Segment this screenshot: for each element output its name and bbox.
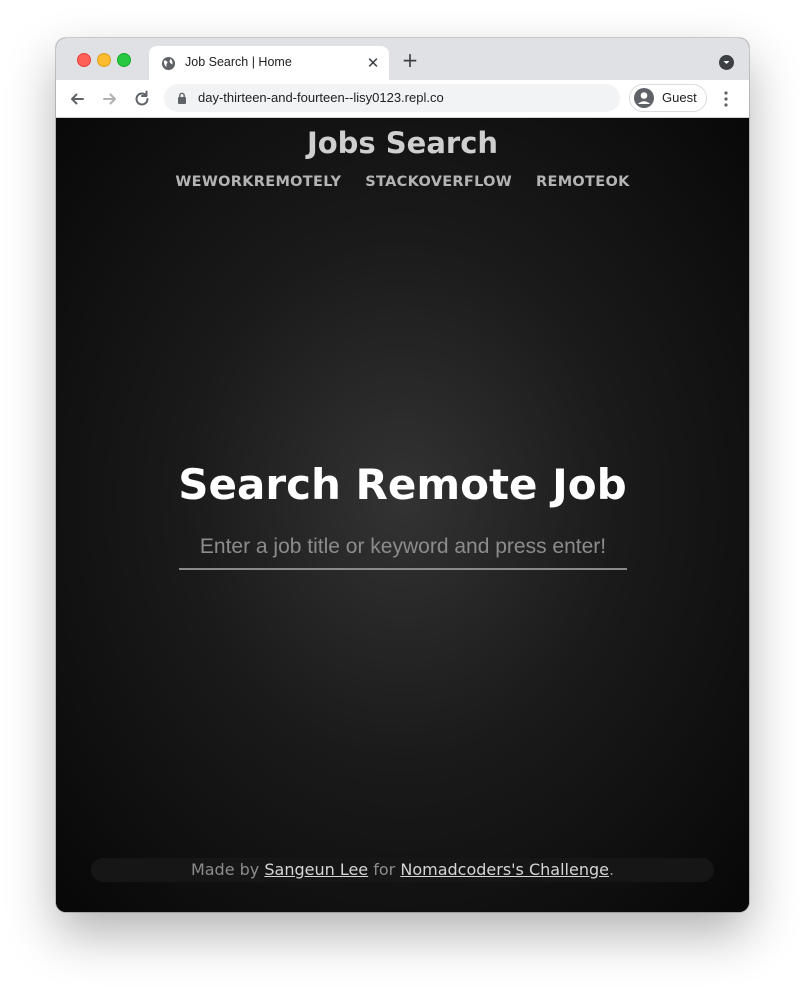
site-title: Jobs Search	[306, 126, 499, 160]
footer-for: for	[373, 860, 396, 879]
tab-strip: Job Search | Home ✕ +	[56, 38, 749, 80]
maximize-window-button[interactable]	[117, 53, 131, 67]
footer-made-by: Made by	[190, 860, 260, 879]
tab-title: Job Search | Home	[185, 55, 292, 69]
profile-label: Guest	[662, 90, 697, 105]
browser-toolbar: day-thirteen-and-fourteen--lisy0123.repl…	[56, 80, 749, 118]
back-arrow-icon[interactable]	[66, 88, 88, 110]
forward-arrow-icon[interactable]	[99, 88, 121, 110]
tab-active[interactable]: Job Search | Home ✕	[149, 46, 389, 80]
challenge-link[interactable]: Nomadcoders's Challenge	[400, 860, 609, 879]
address-bar[interactable]: day-thirteen-and-fourteen--lisy0123.repl…	[164, 84, 620, 112]
globe-icon	[161, 56, 176, 71]
site-nav: WEWORKREMOTELY STACKOVERFLOW REMOTEOK	[56, 174, 749, 190]
profile-button[interactable]: Guest	[629, 84, 707, 112]
search-heading: Search Remote Job	[178, 460, 627, 509]
nav-link-remoteok[interactable]: REMOTEOK	[536, 174, 630, 190]
close-icon[interactable]: ✕	[365, 55, 381, 71]
close-window-button[interactable]	[77, 53, 91, 67]
footer: Made by Sangeun Lee for Nomadcoders's Ch…	[91, 858, 714, 882]
author-link[interactable]: Sangeun Lee	[264, 860, 368, 879]
browser-window: Job Search | Home ✕ + day-thirteen-and-f…	[56, 38, 749, 912]
nav-link-stackoverflow[interactable]: STACKOVERFLOW	[365, 174, 512, 190]
footer-period: .	[608, 860, 615, 879]
plus-icon[interactable]: +	[401, 50, 419, 70]
page-content: Jobs Search WEWORKREMOTELY STACKOVERFLOW…	[56, 118, 749, 912]
url-text[interactable]: day-thirteen-and-fourteen--lisy0123.repl…	[198, 90, 444, 105]
tab-search-icon[interactable]	[719, 55, 734, 70]
reload-icon[interactable]	[131, 88, 153, 110]
search-input[interactable]	[179, 526, 627, 570]
minimize-window-button[interactable]	[97, 53, 111, 67]
kebab-menu-icon[interactable]	[722, 90, 730, 108]
nav-link-weworkremotely[interactable]: WEWORKREMOTELY	[175, 174, 341, 190]
lock-icon[interactable]	[176, 92, 188, 104]
avatar-icon	[634, 88, 654, 108]
